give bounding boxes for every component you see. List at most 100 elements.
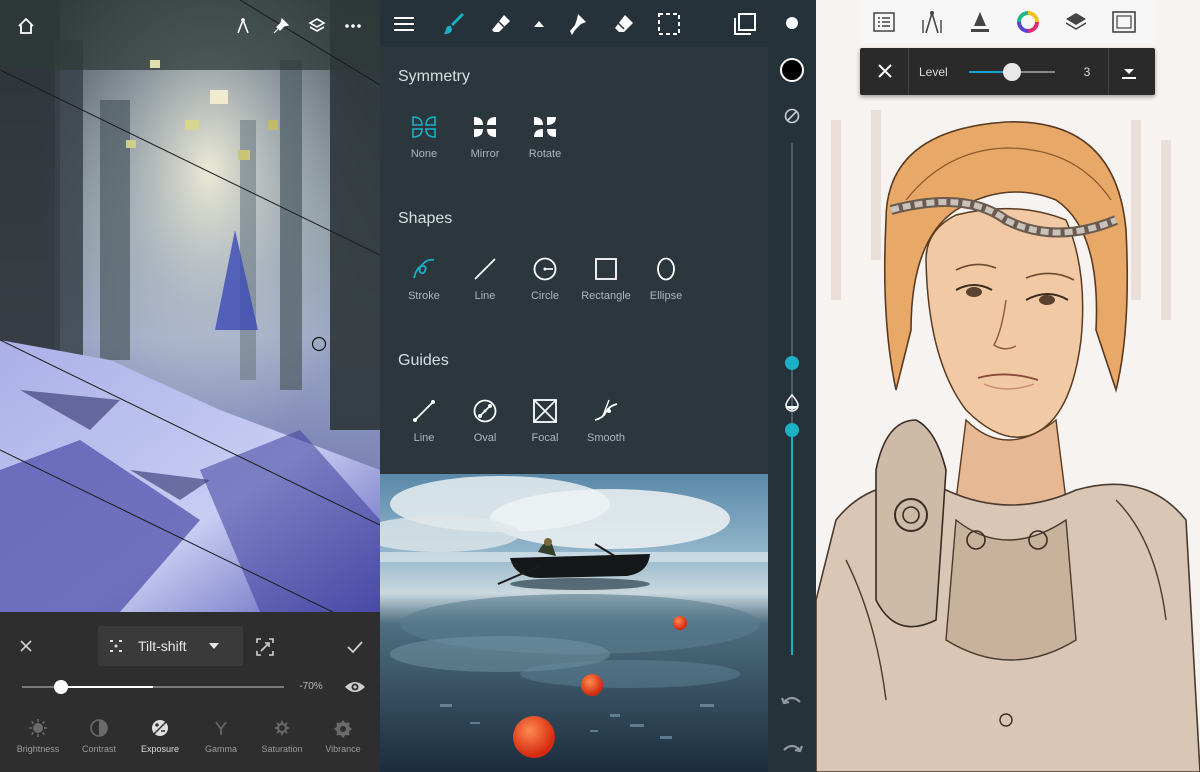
ruler-guides-icon[interactable] <box>919 9 945 35</box>
color-wheel-icon[interactable] <box>1015 9 1041 35</box>
forest-canvas[interactable] <box>0 0 380 612</box>
opacity-icon <box>785 394 799 412</box>
redo-icon[interactable] <box>780 736 804 760</box>
boat-canvas[interactable] <box>380 474 768 772</box>
shapes-heading: Shapes <box>398 210 453 227</box>
fill-icon[interactable] <box>610 11 636 37</box>
adjust-contrast[interactable]: Contrast <box>66 718 132 754</box>
stroke-icon <box>413 258 435 279</box>
vibrance-icon <box>334 720 352 738</box>
mirror-icon <box>474 117 496 137</box>
symmetry-label: Rotate <box>528 148 562 160</box>
intensity-value: -70% <box>299 681 323 692</box>
more-icon[interactable] <box>340 13 366 39</box>
guide-focal[interactable]: Focal <box>515 398 575 444</box>
clear-icon[interactable] <box>782 106 802 126</box>
selection-icon[interactable] <box>656 11 682 37</box>
smudge-icon[interactable] <box>564 11 590 37</box>
guide-smooth[interactable]: Smooth <box>576 398 636 444</box>
shape-label: Stroke <box>408 290 440 302</box>
guide-oval[interactable]: Oval <box>455 398 515 444</box>
size-slider-knob[interactable] <box>785 356 799 371</box>
symmetry-rotate[interactable]: Rotate <box>515 114 575 160</box>
line-icon <box>474 258 496 280</box>
layers-icon[interactable] <box>304 13 330 39</box>
ellipse-icon <box>657 257 675 281</box>
intensity-slider[interactable] <box>22 680 284 694</box>
adjust-exposure[interactable]: Exposure <box>127 718 193 754</box>
ruler-icon[interactable] <box>230 13 256 39</box>
menu-icon[interactable] <box>391 11 417 37</box>
brush-settings-menu: Symmetry None Mirror Rotate Shapes Strok… <box>380 47 768 474</box>
brightness-icon <box>29 719 47 737</box>
portrait-canvas[interactable] <box>816 0 1200 772</box>
chevron-up-icon[interactable] <box>526 11 552 37</box>
symmetry-label: None <box>410 148 438 160</box>
brush-icon[interactable] <box>442 11 468 37</box>
symmetry-mirror[interactable]: Mirror <box>455 114 515 160</box>
eraser-icon[interactable] <box>488 11 514 37</box>
guide-line-icon <box>413 400 435 422</box>
adjust-label: Gamma <box>204 744 237 754</box>
adjust-label: Vibrance <box>325 744 361 754</box>
shape-label: Rectangle <box>581 290 631 302</box>
level-label: Level <box>919 65 948 79</box>
shape-circle[interactable]: Circle <box>515 256 575 302</box>
shape-line[interactable]: Line <box>455 256 515 302</box>
brush-rail <box>768 0 816 772</box>
guide-label: Oval <box>473 432 497 444</box>
oval-icon <box>473 399 497 423</box>
guide-label: Focal <box>531 432 559 444</box>
boat-painting <box>380 474 768 772</box>
guide-line[interactable]: Line <box>394 398 454 444</box>
divider <box>908 48 909 95</box>
adjust-brightness[interactable]: Brightness <box>5 718 71 754</box>
adjust-saturation[interactable]: Saturation <box>249 718 315 754</box>
saturation-icon <box>274 720 290 736</box>
shape-stroke[interactable]: Stroke <box>394 256 454 302</box>
symmetry-none-icon <box>412 116 436 138</box>
exposure-icon <box>152 720 168 736</box>
apply-button[interactable] <box>344 636 366 658</box>
focus-frame-icon[interactable] <box>254 636 276 658</box>
symmetry-none[interactable]: None <box>394 114 454 160</box>
filter-dropdown[interactable]: Tilt-shift <box>98 626 243 666</box>
undo-icon[interactable] <box>780 690 804 714</box>
portrait-sketch <box>816 0 1200 772</box>
fullscreen-icon[interactable] <box>1111 9 1137 35</box>
adjust-gamma[interactable]: Gamma <box>188 718 254 754</box>
tilt-shift-panel: Tilt-shift -70% Brightness Contrast Expo… <box>0 0 380 772</box>
cancel-button[interactable] <box>14 636 38 658</box>
shape-rectangle[interactable]: Rectangle <box>576 256 636 302</box>
smooth-icon <box>594 399 618 421</box>
close-icon <box>20 640 32 652</box>
eye-icon[interactable] <box>344 679 366 695</box>
brush-preview[interactable] <box>786 17 798 29</box>
symmetry-heading: Symmetry <box>398 68 470 85</box>
forest-painting <box>0 0 380 612</box>
rectangle-icon <box>595 258 617 280</box>
focal-icon <box>533 399 557 423</box>
level-slider-knob[interactable] <box>1003 63 1021 81</box>
divider <box>1108 48 1109 95</box>
list-icon[interactable] <box>871 9 897 35</box>
level-slider[interactable] <box>969 63 1055 81</box>
copy-icon[interactable] <box>732 11 758 37</box>
sketch-panel: Level 3 <box>816 0 1200 772</box>
opacity-slider-knob[interactable] <box>785 422 799 437</box>
circle-icon <box>533 257 557 281</box>
adjust-vibrance[interactable]: Vibrance <box>310 718 376 754</box>
pin-icon[interactable] <box>268 13 294 39</box>
gamma-icon <box>215 721 227 735</box>
layers-icon[interactable] <box>1063 9 1089 35</box>
close-icon[interactable] <box>874 60 896 82</box>
collapse-icon[interactable] <box>1119 62 1139 82</box>
home-icon[interactable] <box>13 13 39 39</box>
adjust-label: Saturation <box>261 744 303 754</box>
color-swatch[interactable] <box>780 58 804 82</box>
shape-ellipse[interactable]: Ellipse <box>636 256 696 302</box>
brush-tools-panel: Symmetry None Mirror Rotate Shapes Strok… <box>380 0 816 772</box>
sketch-toolbar <box>860 0 1156 44</box>
fill-bucket-icon[interactable] <box>967 9 993 35</box>
main-toolbar <box>380 0 768 47</box>
